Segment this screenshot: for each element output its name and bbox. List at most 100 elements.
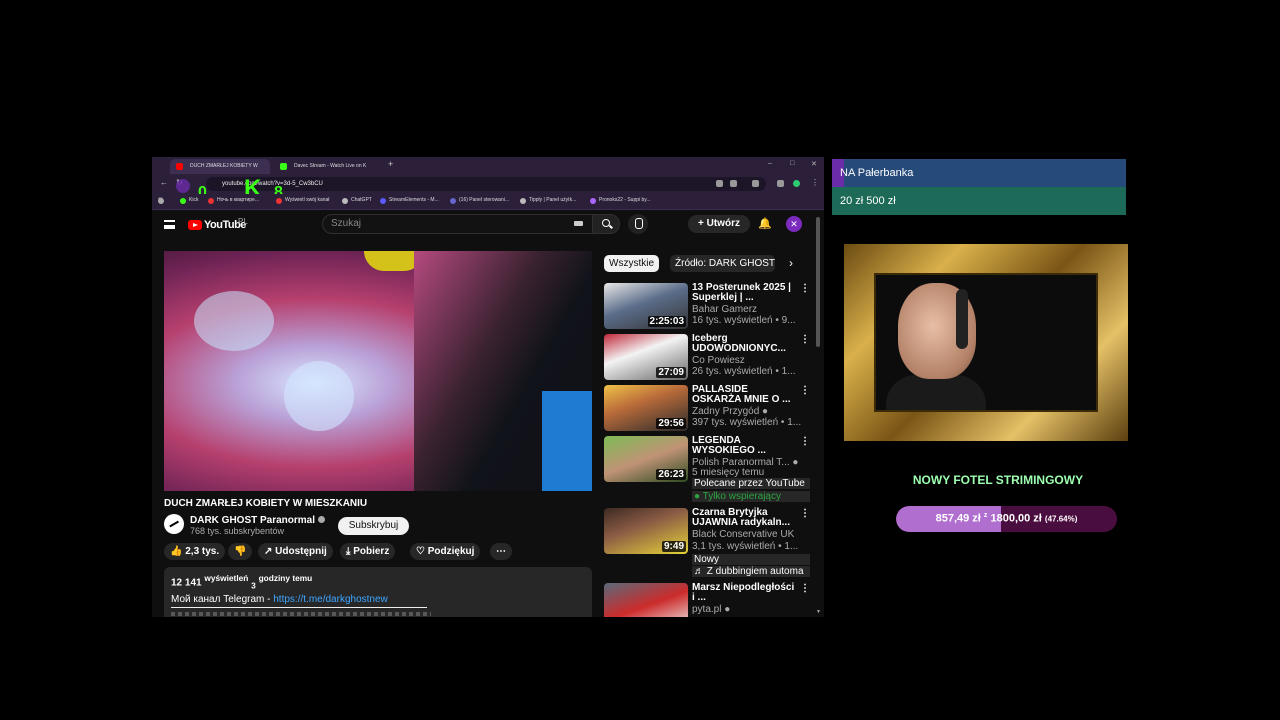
video-title[interactable]: PALLASIDE OSKARŻA MNIE O ... xyxy=(692,385,796,405)
bookmark-item[interactable]: Wyświetl swój kanał xyxy=(276,197,329,204)
bookmark-star-icon[interactable] xyxy=(730,180,737,187)
video-thumbnail[interactable]: 29:56 xyxy=(604,385,688,431)
scroll-down-arrow-icon[interactable]: ▼ xyxy=(816,609,821,615)
apps-grid-icon[interactable]: ▦ xyxy=(158,197,164,204)
channel-name[interactable]: DARK GHOST Paranormal xyxy=(190,515,326,526)
video-duration: 26:23 xyxy=(656,469,686,480)
more-actions-button[interactable]: ⋯ xyxy=(490,543,512,560)
tab-youtube-video[interactable]: DUCH ZMARŁEJ KOBIETY W xyxy=(170,159,270,174)
views-label: wyświetleń xyxy=(204,573,249,583)
webcam-streamer-shirt xyxy=(886,375,986,410)
video-meta: 3,1 tys. wyświetleń • 1... xyxy=(692,541,799,552)
dislike-button[interactable]: 👎 xyxy=(228,543,253,560)
bookmark-item[interactable]: Tipply | Panel użytk... xyxy=(520,197,576,204)
channel-name[interactable]: Żadny Przygód ● xyxy=(692,406,810,417)
kick-favicon-icon xyxy=(280,163,287,170)
bookmarks-bar: ▦ Kick Ночь в квартире... Wyświetl swój … xyxy=(152,194,824,210)
video-title[interactable]: Marsz Niepodległości i ... xyxy=(692,583,796,603)
video-title[interactable]: Czarna Brytyjka UJAWNIA radykaln... xyxy=(692,508,796,528)
donation-goal-bar: 857,49 zł z 1800,00 zł (47.64%) xyxy=(896,506,1117,532)
donor-name: NA Pałerbanka xyxy=(840,167,914,179)
video-duration: 9:49 xyxy=(661,541,686,552)
video-frame-shape xyxy=(284,361,354,431)
extension-icon[interactable] xyxy=(752,180,759,187)
notifications-bell-icon[interactable]: 🔔 xyxy=(758,217,772,230)
donation-goal-title: NOWY FOTEL STRIMINGOWY xyxy=(912,473,1084,487)
search-button[interactable] xyxy=(592,214,620,234)
subscribe-button[interactable]: Subskrybuj xyxy=(338,517,409,535)
close-window-button[interactable]: ✕ xyxy=(811,160,817,168)
more-options-icon[interactable]: ⋮ xyxy=(800,583,810,594)
video-thumbnail[interactable] xyxy=(604,583,688,617)
video-thumbnail[interactable]: 2:25:03 xyxy=(604,283,688,329)
minimize-button[interactable]: – xyxy=(768,160,772,167)
more-options-icon[interactable]: ⋮ xyxy=(800,334,810,345)
like-button[interactable]: 👍 2,3 tys. xyxy=(164,543,226,560)
video-title: DUCH ZMARŁEJ KOBIETY W MIESZKANIU xyxy=(164,498,368,509)
bookmark-item[interactable]: Kick xyxy=(180,197,198,204)
chips-next-icon[interactable]: › xyxy=(784,255,798,272)
tab-strip: DUCH ZMARŁEJ KOBIETY W Davec Stream - Wa… xyxy=(152,157,824,174)
search-placeholder: Szukaj xyxy=(331,218,362,229)
bookmark-item[interactable]: Ночь в квартире... xyxy=(208,197,259,204)
subscriber-count: 768 tys. subskrybentów xyxy=(190,526,285,536)
extensions-puzzle-icon[interactable] xyxy=(777,180,784,187)
video-frame-shape xyxy=(194,291,274,351)
profile-icon[interactable] xyxy=(793,180,800,187)
upload-age-number: 3 xyxy=(251,580,256,591)
share-button[interactable]: ↗ Udostępnij xyxy=(258,543,333,560)
download-button[interactable]: ⤓ Pobierz xyxy=(340,543,396,560)
address-bar[interactable]: youtube.com/watch?v=3d-5_Cw3bCU xyxy=(206,177,766,191)
maximize-button[interactable]: □ xyxy=(790,160,794,167)
upload-age-label: godziny temu xyxy=(258,573,313,583)
chip-source[interactable]: Źródło: DARK GHOST xyxy=(670,255,775,272)
tab-label: Davec Stream - Watch Live on K xyxy=(294,163,367,169)
new-tab-button[interactable]: + xyxy=(388,159,393,169)
more-options-icon[interactable]: ⋮ xyxy=(800,436,810,447)
thanks-button[interactable]: ♡ Podziękuj xyxy=(410,543,481,560)
bookmark-item[interactable]: StreamElements - M... xyxy=(380,197,439,204)
more-options-icon[interactable]: ⋮ xyxy=(800,508,810,519)
more-options-icon[interactable]: ⋮ xyxy=(800,385,810,396)
back-icon[interactable]: ← xyxy=(160,178,168,187)
video-title[interactable]: 13 Posterunek 2025 | Superklej | ... xyxy=(692,283,796,303)
youtube-logo-icon[interactable] xyxy=(188,220,202,230)
description-box[interactable]: 12 141 wyświetleń 3 godziny temu Мой кан… xyxy=(164,567,592,617)
video-title[interactable]: Iceberg UDOWODNIONYC... xyxy=(692,334,796,354)
search-input[interactable]: Szukaj xyxy=(322,214,602,234)
channel-name[interactable]: pyta.pl ● xyxy=(692,604,810,615)
bookmark-item[interactable]: Pronoks22 - Suppi by... xyxy=(590,197,651,204)
verified-icon xyxy=(318,516,326,523)
channel-name[interactable]: Co Powiesz xyxy=(692,355,810,366)
webcam-feed xyxy=(874,273,1098,412)
channel-name-text: DARK GHOST Paranormal xyxy=(190,515,316,526)
browser-menu-icon[interactable]: ⋮ xyxy=(811,178,819,187)
video-thumbnail[interactable]: 26:23 xyxy=(604,436,688,482)
video-player[interactable] xyxy=(164,251,592,491)
tab-kick-stream[interactable]: Davec Stream - Watch Live on K xyxy=(274,159,374,174)
channel-name[interactable]: Black Conservative UK xyxy=(692,529,810,540)
voice-search-button[interactable] xyxy=(628,214,648,234)
webcam-gold-frame xyxy=(844,244,1128,441)
chip-all[interactable]: Wszystkie xyxy=(604,255,659,272)
headset-icon xyxy=(956,289,968,349)
goal-current: 857,49 zł xyxy=(935,512,981,525)
more-options-icon[interactable]: ⋮ xyxy=(800,283,810,294)
page-scrollbar[interactable] xyxy=(816,217,820,347)
goal-separator: z xyxy=(983,512,988,519)
members-only-badge: ● Tylko wspierający xyxy=(692,491,810,502)
cast-icon[interactable] xyxy=(716,180,723,187)
video-thumbnail[interactable]: 9:49 xyxy=(604,508,688,554)
video-thumbnail[interactable]: 27:09 xyxy=(604,334,688,380)
channel-name[interactable]: Bahar Gamerz xyxy=(692,304,810,315)
user-avatar[interactable]: ✕ xyxy=(786,216,802,232)
hamburger-menu-icon[interactable] xyxy=(164,220,175,229)
search-icon xyxy=(602,219,610,227)
bookmark-item[interactable]: (16) Panel sterowani... xyxy=(450,197,509,204)
create-button[interactable]: + Utwórz xyxy=(688,215,750,233)
channel-avatar[interactable] xyxy=(164,514,184,534)
telegram-link[interactable]: https://t.me/darkghostnew xyxy=(273,594,388,605)
keyboard-icon[interactable] xyxy=(574,221,583,226)
bookmark-item[interactable]: ChatGPT xyxy=(342,197,372,204)
video-title[interactable]: LEGENDA WYSOKIEGO ... xyxy=(692,436,796,456)
